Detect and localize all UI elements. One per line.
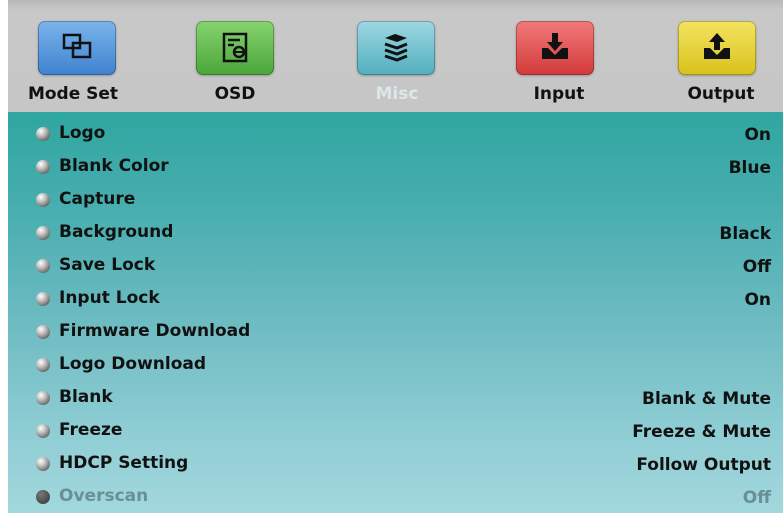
menu-item-value: On (744, 125, 771, 145)
menu-item-label: Overscan (59, 486, 149, 506)
mode-set-windows-icon (38, 21, 116, 75)
bullet-icon (36, 358, 50, 372)
menu-item-save-lock[interactable]: Save Lock Off (8, 252, 783, 280)
bullet-icon (36, 391, 50, 405)
bullet-icon (36, 226, 50, 240)
misc-stack-icon (357, 21, 435, 75)
bullet-icon (36, 160, 50, 174)
menu-item-value: Off (742, 488, 771, 508)
osd-window: Mode Set OSD Misc Input Output Logo On B… (8, 0, 783, 513)
menu-item-label: Firmware Download (59, 321, 251, 341)
menu-item-label: Background (59, 222, 174, 242)
bullet-icon (36, 259, 50, 273)
menu-item-label: HDCP Setting (59, 453, 189, 473)
tab-bar: Mode Set OSD Misc Input Output (8, 0, 783, 112)
tab-misc-label: Misc (375, 84, 419, 104)
bullet-icon (36, 457, 50, 471)
bullet-icon (36, 127, 50, 141)
menu-item-label: Blank Color (59, 156, 169, 176)
menu-item-value: Freeze & Mute (632, 422, 771, 442)
menu-item-logo-download[interactable]: Logo Download (8, 351, 783, 379)
menu-item-logo[interactable]: Logo On (8, 120, 783, 148)
tab-misc[interactable]: Misc (332, 0, 462, 112)
menu-item-hdcp-setting[interactable]: HDCP Setting Follow Output (8, 450, 783, 478)
menu-item-background[interactable]: Background Black (8, 219, 783, 247)
menu-item-blank-color[interactable]: Blank Color Blue (8, 153, 783, 181)
bullet-icon (36, 292, 50, 306)
osd-document-icon (196, 21, 274, 75)
tab-mode-set[interactable]: Mode Set (8, 0, 138, 112)
tab-output-label: Output (687, 84, 755, 104)
tab-output[interactable]: Output (656, 0, 783, 112)
menu-item-label: Freeze (59, 420, 123, 440)
tab-input-label: Input (533, 84, 585, 104)
menu-item-value: Off (742, 257, 771, 277)
menu-item-value: Blank & Mute (641, 389, 771, 409)
menu-item-value: On (744, 290, 771, 310)
menu-item-input-lock[interactable]: Input Lock On (8, 285, 783, 313)
menu-item-label: Logo Download (59, 354, 207, 374)
bullet-icon (36, 325, 50, 339)
menu-item-capture[interactable]: Capture (8, 186, 783, 214)
output-upload-tray-icon (678, 21, 756, 75)
menu-item-label: Save Lock (59, 255, 156, 275)
tab-osd-label: OSD (214, 84, 256, 104)
tab-input[interactable]: Input (494, 0, 624, 112)
tab-mode-set-label: Mode Set (27, 84, 119, 104)
tab-osd[interactable]: OSD (170, 0, 300, 112)
menu-item-blank[interactable]: Blank Blank & Mute (8, 384, 783, 412)
bullet-icon (36, 490, 50, 504)
menu-item-overscan: Overscan Off (8, 483, 783, 511)
menu-item-label: Logo (59, 123, 106, 143)
menu-item-freeze[interactable]: Freeze Freeze & Mute (8, 417, 783, 445)
menu-item-label: Capture (59, 189, 136, 209)
bullet-icon (36, 424, 50, 438)
misc-menu-list: Logo On Blank Color Blue Capture Backgro… (8, 112, 783, 513)
input-download-tray-icon (516, 21, 594, 75)
menu-item-label: Input Lock (59, 288, 160, 308)
menu-item-value: Blue (728, 158, 771, 178)
menu-item-value: Black (719, 224, 771, 244)
menu-item-label: Blank (59, 387, 113, 407)
menu-item-value: Follow Output (636, 455, 771, 475)
bullet-icon (36, 193, 50, 207)
menu-item-firmware-download[interactable]: Firmware Download (8, 318, 783, 346)
